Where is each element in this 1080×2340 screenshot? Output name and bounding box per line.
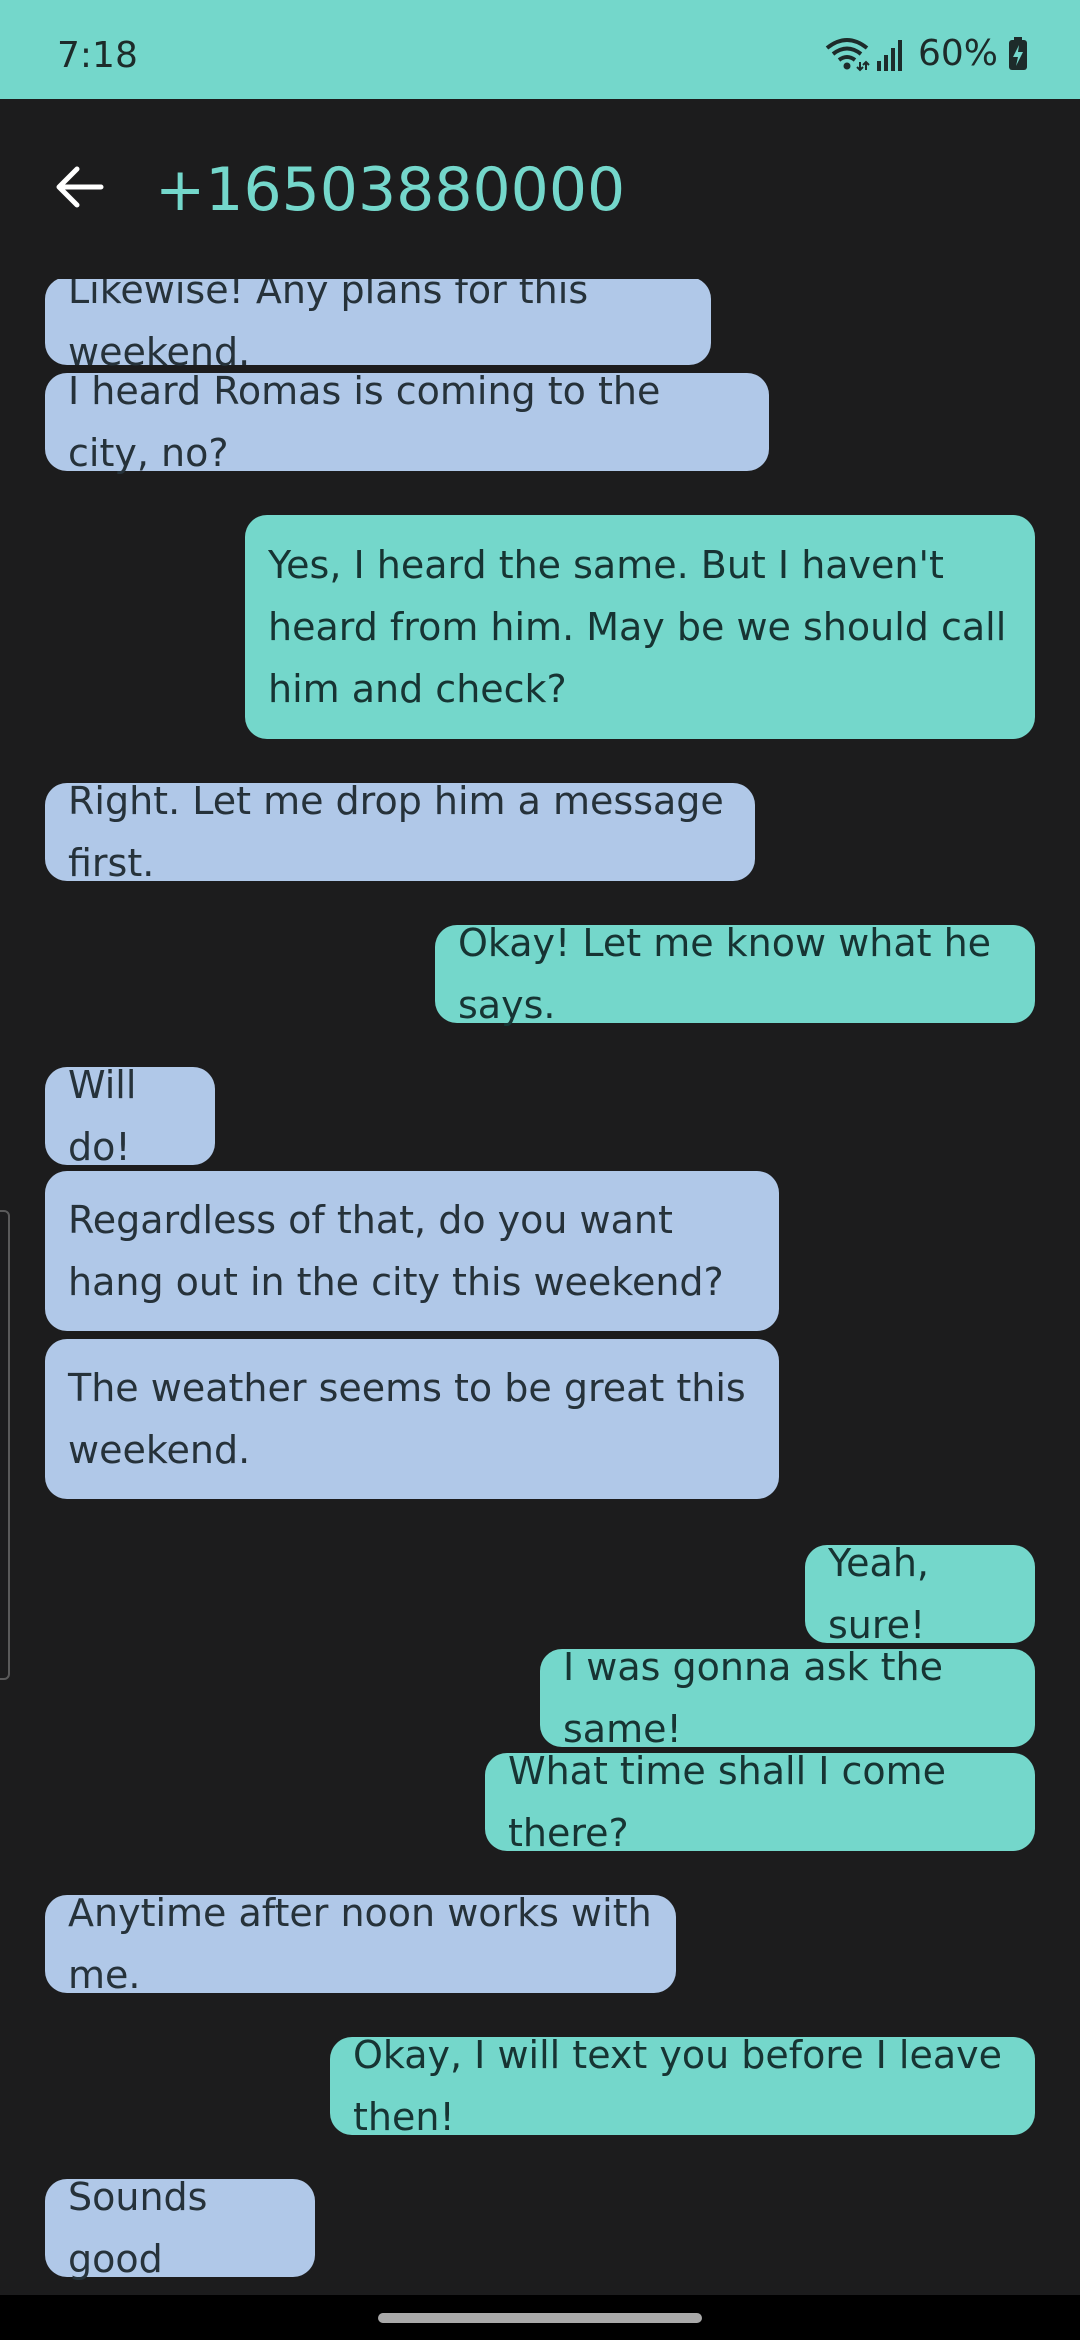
edge-panel-handle[interactable]	[0, 1210, 10, 1680]
message-incoming[interactable]: I heard Romas is coming to the city, no?	[45, 369, 769, 475]
message-incoming[interactable]: Sounds good	[45, 2175, 315, 2281]
message-outgoing[interactable]: I was gonna ask the same!	[540, 1645, 1035, 1751]
message-incoming[interactable]: Likewise! Any plans for this weekend.	[45, 279, 711, 374]
contact-title: +16503880000	[155, 155, 626, 225]
message-text: Will do!	[68, 1063, 137, 1169]
message-outgoing[interactable]: Okay! Let me know what he says.	[435, 921, 1035, 1027]
status-time: 7:18	[57, 35, 138, 76]
message-text: Yes, I heard the same. But I haven't hea…	[268, 543, 1007, 711]
message-incoming[interactable]: Regardless of that, do you want hang out…	[45, 1171, 779, 1331]
conversation-header: +16503880000	[0, 99, 1080, 279]
status-bar: 7:18 60%	[0, 0, 1080, 99]
message-list[interactable]: Likewise! Any plans for this weekend. I …	[0, 279, 1080, 2295]
message-text: The weather seems to be great this weeke…	[68, 1366, 746, 1472]
battery-charging-icon	[1008, 37, 1028, 71]
home-gesture-handle[interactable]	[378, 2313, 702, 2323]
message-incoming[interactable]: Will do!	[45, 1063, 215, 1169]
message-text: What time shall I come there?	[508, 1749, 947, 1855]
message-incoming[interactable]: The weather seems to be great this weeke…	[45, 1339, 779, 1499]
wifi-icon	[824, 36, 870, 72]
message-text: I heard Romas is coming to the city, no?	[68, 369, 661, 475]
message-text: Sounds good	[68, 2175, 208, 2281]
message-outgoing[interactable]: Yeah, sure!	[805, 1541, 1035, 1647]
message-outgoing[interactable]: Okay, I will text you before I leave the…	[330, 2033, 1035, 2139]
signal-icon	[876, 37, 906, 71]
message-text: Right. Let me drop him a message first.	[68, 779, 724, 885]
status-icons: 60%	[824, 36, 1028, 72]
message-text: Okay, I will text you before I leave the…	[353, 2033, 1003, 2139]
arrow-left-icon	[55, 165, 105, 213]
message-text: Okay! Let me know what he says.	[458, 921, 992, 1027]
back-button[interactable]	[44, 153, 116, 225]
message-incoming[interactable]: Right. Let me drop him a message first.	[45, 779, 755, 885]
message-outgoing[interactable]: Yes, I heard the same. But I haven't hea…	[245, 515, 1035, 739]
message-incoming[interactable]: Anytime after noon works with me.	[45, 1891, 676, 1997]
message-text: Anytime after noon works with me.	[68, 1891, 652, 1997]
message-outgoing[interactable]: What time shall I come there?	[485, 1749, 1035, 1855]
battery-percent: 60%	[917, 33, 998, 74]
message-text: Regardless of that, do you want hang out…	[68, 1198, 724, 1304]
